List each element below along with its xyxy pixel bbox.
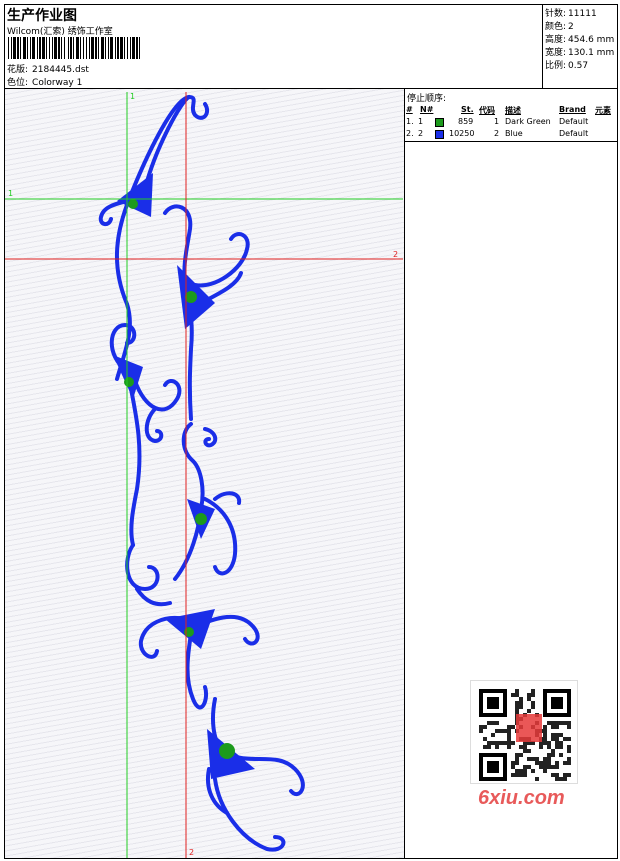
stat-scale: 比例: 0.57	[545, 61, 589, 71]
col-number: N#	[420, 105, 434, 114]
design-preview: 1 1 2 2	[5, 89, 405, 858]
color-swatch	[435, 118, 444, 127]
file-value: 2184445.dst	[32, 65, 89, 75]
table-row: 1. 1 859 1 Dark Green Default	[406, 117, 589, 127]
colorway-value: Colorway 1	[32, 78, 83, 88]
green-v-label: 1	[130, 92, 135, 101]
page-title: 生产作业图	[7, 8, 77, 24]
embroidery-design: 1 1 2 2	[5, 92, 403, 858]
studio-name: Wilcom(汇索) 绣饰工作室	[7, 27, 113, 37]
colorway-label: 色位:	[7, 78, 29, 88]
col-description: 描述	[505, 106, 521, 115]
stitch-paths	[98, 94, 305, 852]
stats-panel: 针数: 11111 颜色: 2 高度: 454.6 mm 宽度: 130.1 mm 比例…	[543, 5, 617, 89]
qr-code	[470, 680, 578, 784]
red-v-label: 2	[189, 848, 194, 857]
col-stitches: St.	[461, 105, 474, 114]
col-brand: Brand	[559, 105, 586, 114]
seal-stamp	[516, 714, 542, 742]
stat-height: 高度: 454.6 mm	[545, 35, 615, 45]
stat-stitches: 针数: 11111	[545, 9, 597, 19]
col-index: #	[406, 105, 413, 114]
stat-colors: 颜色: 2	[545, 22, 574, 32]
barcode	[8, 37, 140, 59]
red-h-label: 2	[393, 250, 398, 259]
col-code: 代码	[479, 106, 495, 115]
stop-sequence-caption: 停止顺序:	[407, 94, 447, 104]
colorway-row: 色位: Colorway 1	[7, 75, 82, 88]
watermark-brand: 6xiu.com	[478, 787, 565, 809]
table-row: 2. 2 10250 2 Blue Default	[406, 129, 589, 139]
color-swatch	[435, 130, 444, 139]
green-h-label: 1	[8, 189, 13, 198]
file-name-row: 花版: 2184445.dst	[7, 62, 89, 75]
stop-sequence-table: 停止顺序: # N# St. 代码 描述 Brand 元素 1. 1 859 1…	[405, 89, 617, 142]
col-element: 元素	[595, 106, 611, 115]
header-info: 生产作业图 Wilcom(汇索) 绣饰工作室 花版: 2184445.dst 色位…	[5, 5, 543, 89]
stat-width: 宽度: 130.1 mm	[545, 48, 615, 58]
file-label: 花版:	[7, 65, 29, 75]
